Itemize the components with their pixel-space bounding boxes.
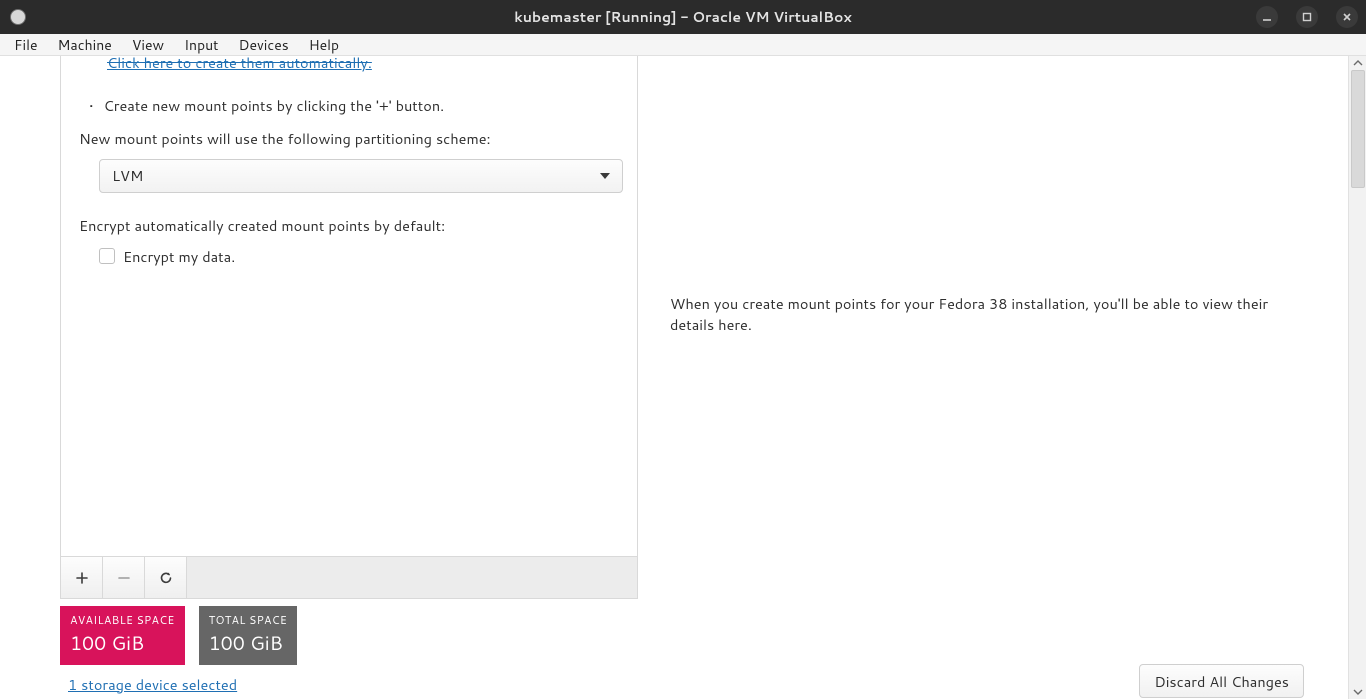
partition-scheme-value: LVM	[112, 165, 143, 186]
window-title: kubemaster [Running] - Oracle VM Virtual…	[0, 7, 1366, 27]
installer-content: Click here to create them automatically.…	[0, 56, 1348, 699]
bullet-dot: •	[89, 95, 100, 116]
disk-space-summary: AVAILABLE SPACE 100 GiB TOTAL SPACE 100 …	[60, 606, 297, 665]
encrypt-label: Encrypt automatically created mount poin…	[79, 215, 621, 236]
available-space-badge: AVAILABLE SPACE 100 GiB	[60, 606, 185, 665]
total-space-badge: TOTAL SPACE 100 GiB	[199, 606, 298, 665]
encrypt-checkbox-row: Encrypt my data.	[99, 246, 621, 267]
guest-viewport: Click here to create them automatically.…	[0, 56, 1366, 699]
maximize-icon	[1302, 12, 1312, 22]
create-mountpoint-hint: • Create new mount points by clicking th…	[79, 95, 621, 116]
scroll-up-button[interactable]	[1349, 56, 1366, 70]
scroll-down-button[interactable]	[1349, 685, 1366, 699]
maximize-button[interactable]	[1296, 6, 1318, 28]
chevron-up-icon	[1353, 59, 1363, 67]
encrypt-checkbox[interactable]	[99, 248, 115, 264]
discard-changes-label: Discard All Changes	[1154, 671, 1289, 692]
scrollbar-thumb[interactable]	[1351, 70, 1365, 188]
encrypt-checkbox-label: Encrypt my data.	[123, 246, 235, 267]
reload-button[interactable]	[145, 557, 187, 598]
partitioning-options: Click here to create them automatically.…	[61, 56, 637, 556]
minimize-icon	[1262, 12, 1272, 22]
close-button[interactable]	[1336, 6, 1358, 28]
partitioning-panel: Click here to create them automatically.…	[60, 56, 638, 599]
create-mountpoint-text: Create new mount points by clicking the …	[104, 95, 445, 116]
partition-scheme-label: New mount points will use the following …	[79, 128, 621, 149]
mountpoint-detail-placeholder: When you create mount points for your Fe…	[670, 293, 1290, 335]
window-controls	[1256, 6, 1358, 28]
mountpoint-toolbar	[61, 556, 637, 598]
storage-device-link[interactable]: 1 storage device selected	[68, 674, 237, 695]
total-space-label: TOTAL SPACE	[209, 612, 288, 628]
minimize-button[interactable]	[1256, 6, 1278, 28]
close-icon	[1342, 12, 1352, 22]
plus-icon	[74, 570, 90, 586]
reload-icon	[158, 570, 174, 586]
available-space-label: AVAILABLE SPACE	[70, 612, 175, 628]
available-space-value: 100 GiB	[70, 630, 175, 657]
auto-create-link[interactable]: Click here to create them automatically.	[107, 52, 372, 73]
minus-icon	[116, 570, 132, 586]
chevron-down-icon	[600, 173, 610, 179]
remove-mountpoint-button[interactable]	[103, 557, 145, 598]
discard-changes-button[interactable]: Discard All Changes	[1139, 664, 1304, 698]
vertical-scrollbar[interactable]	[1348, 56, 1366, 699]
add-mountpoint-button[interactable]	[61, 557, 103, 598]
menu-file[interactable]: File	[4, 33, 48, 57]
total-space-value: 100 GiB	[209, 630, 288, 657]
chevron-down-icon	[1353, 688, 1363, 696]
partition-scheme-dropdown[interactable]: LVM	[99, 159, 623, 193]
window-titlebar: kubemaster [Running] - Oracle VM Virtual…	[0, 0, 1366, 34]
